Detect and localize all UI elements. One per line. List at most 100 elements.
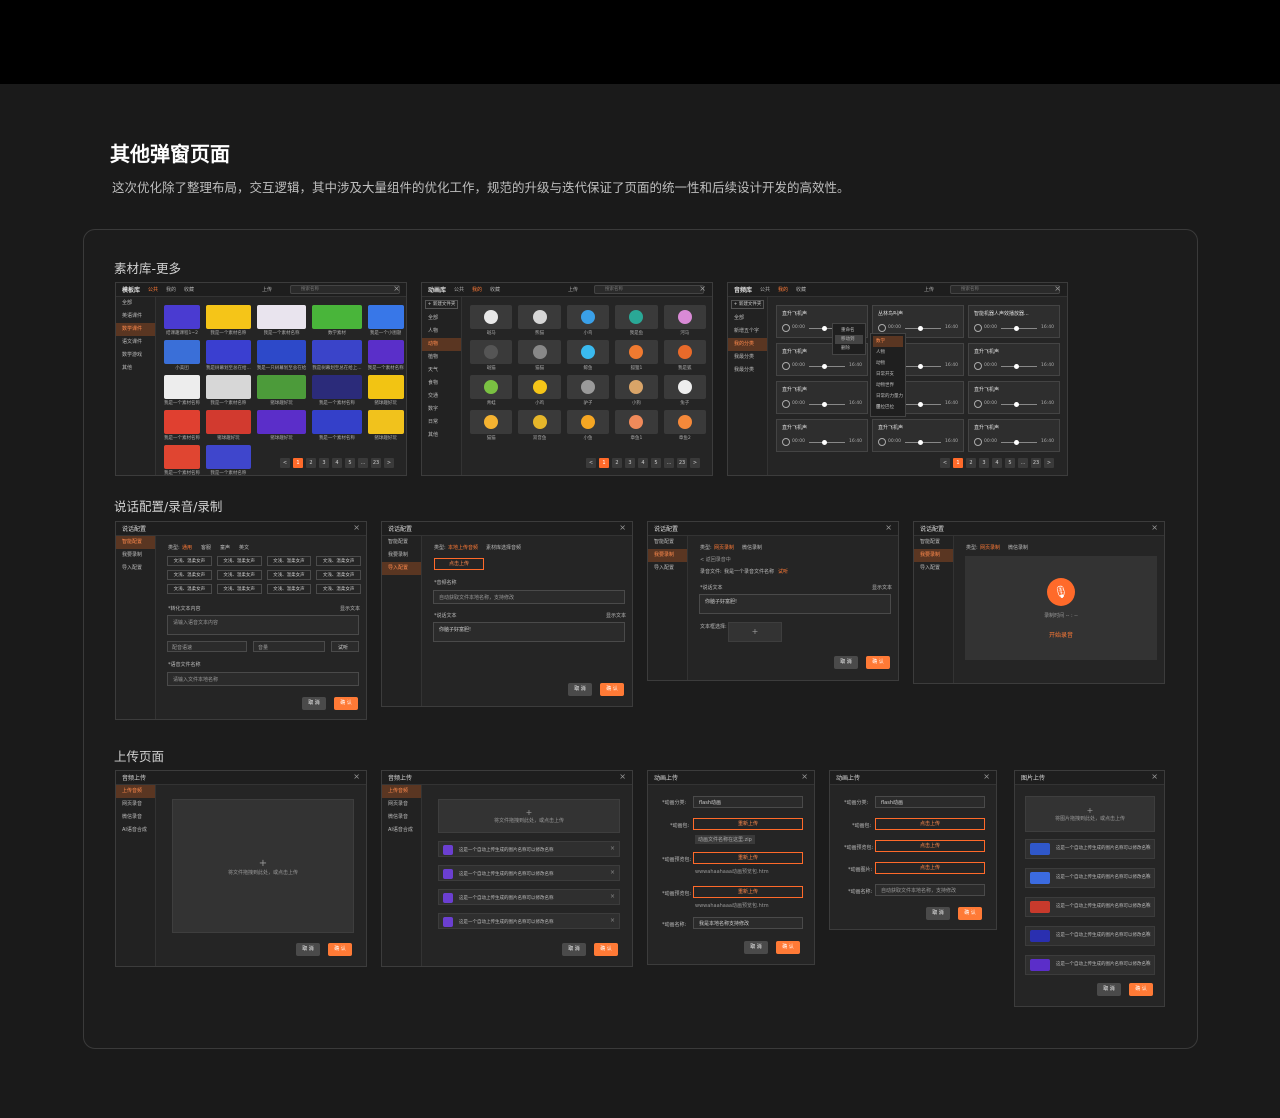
- play-icon[interactable]: [974, 324, 982, 332]
- progress-track[interactable]: [905, 442, 941, 443]
- drop-zone[interactable]: + 将文件拖拽到此处，或点击上传: [172, 799, 354, 933]
- play-icon[interactable]: [878, 324, 886, 332]
- text-content-input[interactable]: 请输入语音文本内容: [167, 615, 359, 635]
- tab-public[interactable]: 公共: [760, 286, 770, 293]
- asset-card[interactable]: 河马: [663, 305, 706, 336]
- audio-card[interactable]: 直升飞机声 00:00 16:40: [968, 419, 1060, 452]
- upload-button[interactable]: 上传: [924, 286, 934, 293]
- progress-track[interactable]: [809, 366, 845, 367]
- asset-card[interactable]: 我是一个素材名称: [206, 445, 251, 475]
- confirm-button[interactable]: 确 认: [1129, 983, 1153, 996]
- confirm-button[interactable]: 确 认: [334, 697, 358, 710]
- progress-knob[interactable]: [822, 440, 827, 445]
- progress-knob[interactable]: [918, 364, 923, 369]
- asset-card[interactable]: 章鱼2: [663, 410, 706, 441]
- search-input[interactable]: 搜索名称: [290, 285, 400, 294]
- upload-image-button[interactable]: 点击上传: [875, 862, 985, 874]
- asset-thumbnail[interactable]: [663, 305, 706, 329]
- file-row[interactable]: 这是一个自动上传生成的图片名称可以修改名称 ×: [438, 865, 620, 881]
- sidebar-item[interactable]: 动物: [422, 338, 461, 351]
- asset-thumbnail[interactable]: [206, 445, 251, 469]
- move-menu-item[interactable]: 巴拉巴拉: [873, 402, 903, 413]
- cancel-button[interactable]: 取 消: [926, 907, 950, 920]
- sidebar-item[interactable]: 数学游戏: [116, 349, 155, 362]
- asset-thumbnail[interactable]: [518, 305, 561, 329]
- file-row[interactable]: 这是一个自动上传生成的图片名称可以修改名称 ×: [1025, 839, 1155, 859]
- asset-thumbnail[interactable]: [615, 410, 658, 434]
- asset-card[interactable]: 猪球趣好玩: [256, 375, 307, 406]
- sidebar-item[interactable]: AI语音合成: [116, 824, 155, 837]
- remove-icon[interactable]: ×: [1145, 959, 1150, 966]
- progress-knob[interactable]: [918, 402, 923, 407]
- page-button[interactable]: 4: [332, 458, 342, 468]
- sidebar-item[interactable]: 智能配置: [116, 536, 155, 549]
- file-row[interactable]: 这是一个自动上传生成的图片名称可以修改名称 ×: [1025, 926, 1155, 946]
- category-select[interactable]: flash动画: [693, 796, 803, 808]
- asset-thumbnail[interactable]: [367, 305, 404, 329]
- upload-preview-button[interactable]: 点击上传: [875, 840, 985, 852]
- asset-card[interactable]: 数学素材: [312, 305, 362, 336]
- voice-option[interactable]: 文浅、温柔女声: [266, 584, 312, 594]
- upload-button[interactable]: 上传: [262, 286, 272, 293]
- click-upload-button[interactable]: 点击上传: [434, 558, 484, 570]
- tab-mine[interactable]: 我的: [472, 286, 482, 293]
- close-icon[interactable]: ×: [393, 284, 400, 293]
- progress-track[interactable]: [1001, 404, 1037, 405]
- voice-option[interactable]: 文浅、温柔女声: [216, 556, 262, 566]
- file-row[interactable]: 这是一个自动上传生成的图片名称可以修改名称 ×: [1025, 868, 1155, 888]
- asset-card[interactable]: 猪球趣好玩: [206, 410, 251, 441]
- asset-thumbnail[interactable]: [663, 410, 706, 434]
- asset-card[interactable]: 我是一只树幕划至总在给: [256, 340, 307, 371]
- confirm-button[interactable]: 确 认: [958, 907, 982, 920]
- asset-card[interactable]: 狐狸1: [615, 340, 658, 371]
- asset-thumbnail[interactable]: [312, 340, 362, 364]
- page-button[interactable]: 2: [966, 458, 976, 468]
- voice-option[interactable]: 文浅、温柔女声: [167, 556, 212, 566]
- type-tab[interactable]: 英文: [239, 544, 249, 551]
- asset-card[interactable]: 我是一个素材名称: [164, 445, 200, 475]
- confirm-button[interactable]: 确 认: [594, 943, 618, 956]
- asset-thumbnail[interactable]: [518, 340, 561, 364]
- remove-icon[interactable]: ×: [1145, 872, 1150, 879]
- asset-thumbnail[interactable]: [470, 305, 513, 329]
- back-link[interactable]: < 返回录音中: [700, 556, 731, 563]
- sidebar-item[interactable]: 英语课件: [116, 310, 155, 323]
- sidebar-item[interactable]: 语文课件: [116, 336, 155, 349]
- asset-thumbnail[interactable]: [367, 340, 404, 364]
- move-menu-item[interactable]: 动物: [873, 358, 903, 369]
- tab-wechat-record[interactable]: 微信录制: [1008, 544, 1028, 551]
- asset-card[interactable]: 我是一个素材名称: [367, 340, 404, 371]
- asset-thumbnail[interactable]: [164, 340, 200, 364]
- start-record-button[interactable]: 开始录音: [965, 630, 1157, 639]
- sidebar-item[interactable]: 智能配置: [382, 536, 421, 549]
- drop-zone[interactable]: + 将图片拖拽到此处，或点击上传: [1025, 796, 1155, 832]
- play-icon[interactable]: [878, 438, 886, 446]
- cancel-button[interactable]: 取 消: [296, 943, 320, 956]
- sidebar-item[interactable]: 网页录音: [382, 798, 421, 811]
- voice-option[interactable]: 文浅、温柔女声: [266, 570, 312, 580]
- page-button[interactable]: >: [690, 458, 700, 468]
- asset-thumbnail[interactable]: [470, 375, 513, 399]
- remove-icon[interactable]: ×: [610, 869, 615, 876]
- play-icon[interactable]: [974, 438, 982, 446]
- progress-knob[interactable]: [918, 440, 923, 445]
- voice-option[interactable]: 文浅、温柔女声: [167, 570, 212, 580]
- page-button[interactable]: 4: [638, 458, 648, 468]
- voice-option[interactable]: 文浅、温柔女声: [216, 570, 262, 580]
- asset-card[interactable]: 熊猫: [518, 305, 561, 336]
- cancel-button[interactable]: 取 消: [568, 683, 592, 696]
- confirm-button[interactable]: 确 认: [328, 943, 352, 956]
- asset-card[interactable]: 驴子: [566, 375, 610, 406]
- context-menu-item[interactable]: 重命名: [835, 326, 863, 335]
- asset-thumbnail[interactable]: [518, 375, 561, 399]
- asset-thumbnail[interactable]: [312, 410, 362, 434]
- remove-icon[interactable]: ×: [610, 893, 615, 900]
- reupload-preview-button[interactable]: 重新上传: [693, 852, 803, 864]
- test-button[interactable]: 试听: [331, 641, 359, 652]
- sidebar-item[interactable]: 数字: [422, 403, 461, 416]
- page-button[interactable]: >: [384, 458, 394, 468]
- confirm-button[interactable]: 确 认: [600, 683, 624, 696]
- asset-card[interactable]: 鲸鱼: [566, 340, 610, 371]
- tab-mine[interactable]: 我的: [778, 286, 788, 293]
- cancel-button[interactable]: 取 消: [744, 941, 768, 954]
